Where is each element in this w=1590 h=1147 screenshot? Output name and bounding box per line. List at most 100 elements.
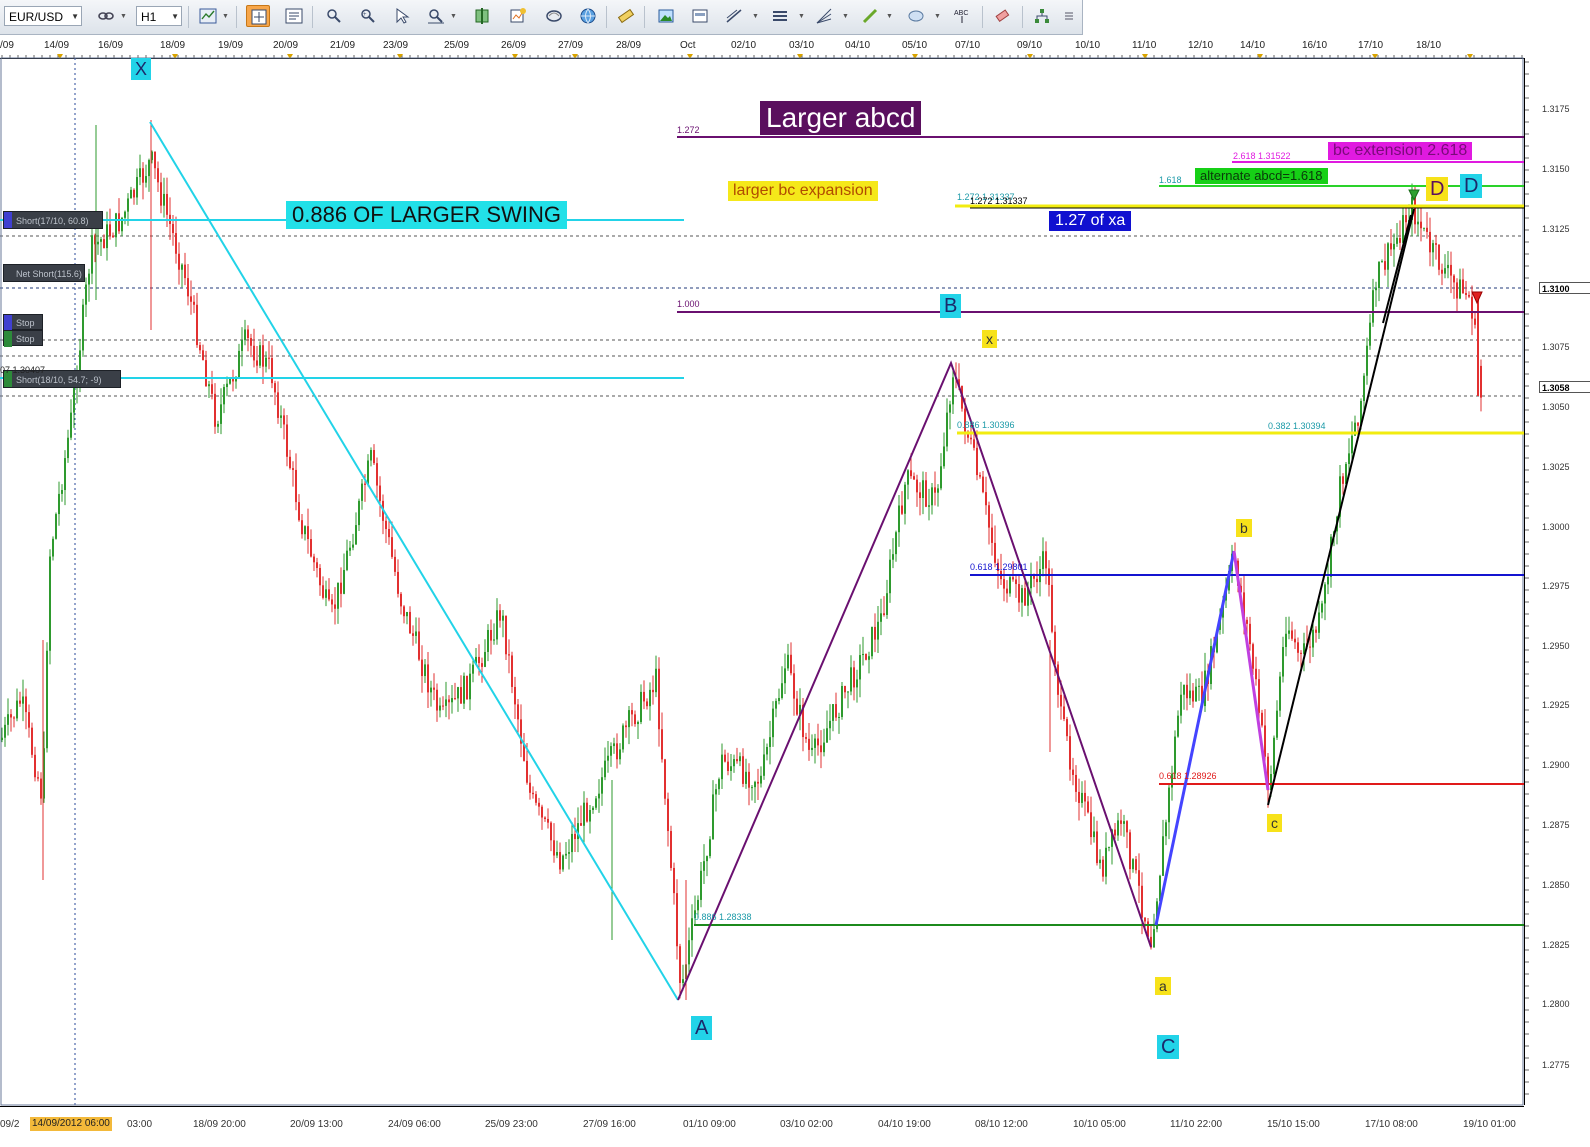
candle-body [316,562,318,568]
xa-127-label[interactable]: 1.27 of xa [1049,211,1132,231]
candle-body [280,415,282,418]
wave-label-c[interactable]: C [1157,1035,1180,1059]
candle-body [1327,576,1329,585]
candle-body [823,742,825,753]
candle-body [793,673,795,699]
candle-body [787,654,789,669]
candle-body [586,802,588,822]
candle-body [874,626,876,640]
candle-body [661,729,663,760]
candle-body [196,304,198,346]
wave-label-d-yellow[interactable]: D [1426,177,1449,201]
candle-body [745,771,747,784]
candle-body [1090,812,1092,838]
candle-body [1102,859,1104,877]
candle-body [943,446,945,467]
candle-body [1282,647,1284,677]
wave-label-x[interactable]: X [131,58,152,80]
candle-body [10,714,12,718]
candle-body [838,716,840,718]
candle-body [1429,231,1431,253]
wave-label-small-a[interactable]: a [1155,977,1171,995]
candle-body [148,160,150,177]
candle-body [931,487,933,506]
candle-body [163,193,165,206]
candle-body [604,760,606,778]
candle-body [175,233,177,254]
wave-label-small-b[interactable]: b [1236,519,1252,537]
candle-body [433,687,435,690]
candle-body [16,700,18,719]
position-marker [4,331,12,347]
position-label: Net Short(115.6) [16,269,82,279]
candle-body [1366,345,1368,376]
price-axis[interactable]: 1.3175 1.3150 1.3125 1.3075 1.3050 1.3025 1.30… [1524,58,1590,1105]
candle-body [778,697,780,701]
fib-label-1272: 1.272 [677,125,700,135]
candle-body [400,593,402,607]
candle-body [145,176,147,183]
candle-body [730,766,732,771]
price-label: 1.2875 [1542,820,1570,830]
candle-body [1423,227,1425,229]
candle-body [181,264,183,270]
wave-label-d-cyan[interactable]: D [1460,174,1483,198]
time-label: 27/09 16:00 [583,1119,636,1130]
plot-border [0,57,1524,1106]
candle-body [820,745,822,753]
wave-label-x-small[interactable]: x [982,330,997,348]
price-ruler [1525,61,1529,1095]
larger-abcd-label[interactable]: Larger abcd [760,101,922,135]
wave-label-a[interactable]: A [691,1016,713,1040]
candle-body [1030,575,1032,589]
candle-body [1165,822,1167,837]
larger-bc-expansion-label[interactable]: larger bc expansion [728,181,878,201]
candle-body [976,447,978,476]
price-label: 1.2800 [1542,999,1570,1009]
candle-body [214,393,216,427]
small-ab-leg [1154,550,1236,926]
candle-body [289,456,291,469]
position-stop-1[interactable]: Stop [3,314,43,331]
position-net-short[interactable]: Net Short(115.6) [3,264,85,282]
candle-body [673,867,675,894]
candle-body [70,412,72,438]
candle-body [1402,215,1404,243]
candle-body [1189,690,1191,699]
bc-extension-label[interactable]: bc extension 2.618 [1328,142,1473,160]
candle-body [211,384,213,394]
fib-label-382: 0.382 1.30394 [1268,421,1326,431]
candle-body [37,777,39,779]
candle-body [1048,568,1050,585]
candle-body [1195,686,1197,702]
candle-body [1168,787,1170,823]
price-chart[interactable] [0,0,1524,1106]
position-short-1[interactable]: Short(17/10, 60.8) [3,211,103,229]
position-stop-2[interactable]: Stop [3,330,43,347]
time-label: 20/09 13:00 [290,1119,343,1130]
candle-body [373,450,375,464]
candle-body [124,211,126,218]
candle-body [1264,725,1266,757]
candle-body [538,802,540,807]
candle-body [598,793,600,799]
candle-body [832,704,834,721]
wave-label-small-c[interactable]: c [1267,814,1282,832]
alternate-abcd-label[interactable]: alternate abcd=1.618 [1195,168,1328,184]
time-label: 04/10 19:00 [878,1119,931,1130]
candle-body [970,437,972,440]
candle-body [994,542,996,563]
wave-label-b[interactable]: B [940,294,962,318]
candle-body [241,340,243,351]
candle-body [865,653,867,660]
candle-body [1180,694,1182,716]
candle-body [670,831,672,868]
candle-body [484,651,486,667]
candle-body [202,350,204,361]
candle-body [682,979,684,983]
candle-body [457,687,459,699]
candle-body [652,689,654,693]
swing-886-label[interactable]: 0.886 OF LARGER SWING [286,201,567,229]
candle-body [1003,579,1005,589]
candle-body [190,296,192,302]
